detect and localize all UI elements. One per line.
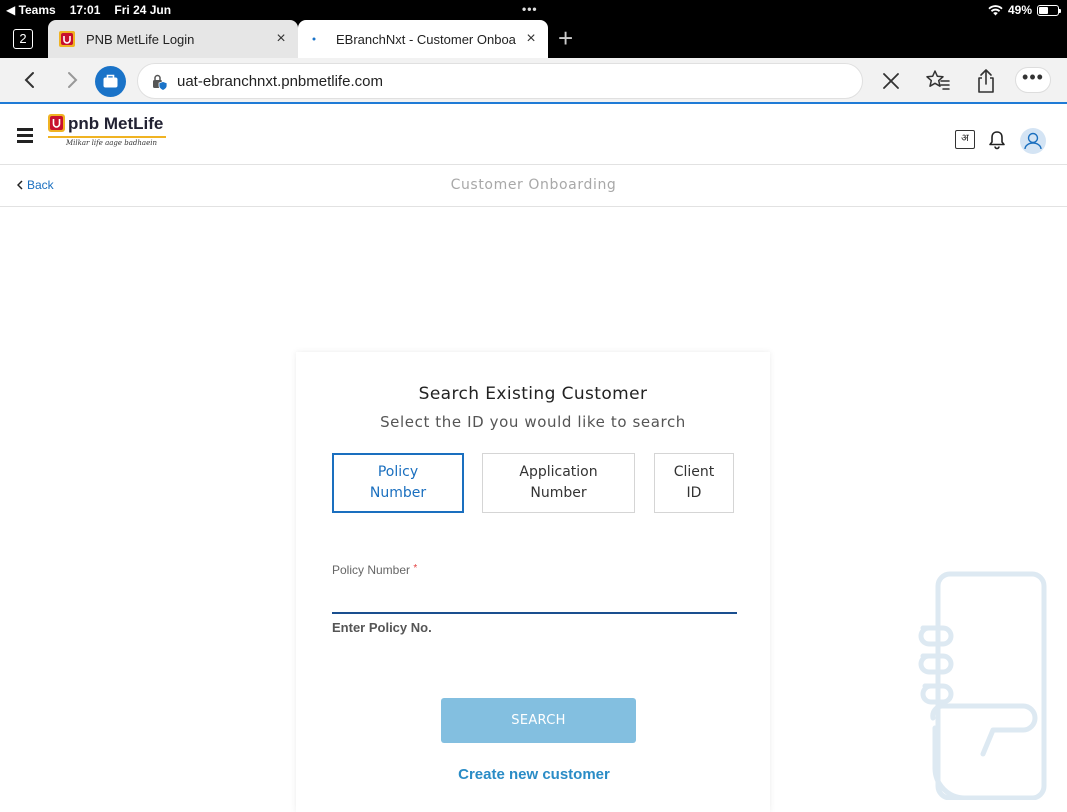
lock-shield-icon[interactable] <box>151 73 167 91</box>
notification-bell-icon[interactable] <box>988 130 1006 150</box>
wifi-icon <box>988 4 1003 15</box>
back-to-app-link[interactable]: ◀ Teams <box>6 3 56 17</box>
status-bar: ◀ Teams 17:01 Fri 24 Jun ••• 49% <box>0 0 1067 20</box>
pnb-favicon-icon <box>59 31 75 47</box>
more-options-button[interactable]: ••• <box>1015 67 1051 93</box>
back-chevron-icon[interactable] <box>16 66 44 94</box>
tab-pnb-login[interactable]: PNB MetLife Login × <box>48 20 298 58</box>
new-tab-plus-icon[interactable]: + <box>558 25 573 51</box>
card-title: Search Existing Customer <box>418 384 648 404</box>
url-text[interactable]: uat-ebranchnxt.pnbmetlife.com <box>177 73 383 90</box>
close-tab-icon[interactable]: × <box>274 30 288 48</box>
id-option-client-id[interactable]: Client ID <box>654 453 734 513</box>
tab-title: EBranchNxt - Customer Onboa <box>336 31 516 47</box>
sub-header: Back Customer Onboarding <box>0 165 1067 207</box>
share-icon[interactable] <box>972 67 1000 95</box>
hamburger-menu-icon[interactable] <box>17 128 33 143</box>
work-profile-briefcase-icon[interactable] <box>95 66 126 97</box>
search-button[interactable]: SEARCH <box>441 698 636 743</box>
search-existing-customer-card: Search Existing Customer Select the ID y… <box>296 352 770 812</box>
browser-toolbar: uat-ebranchnxt.pnbmetlife.com ••• <box>0 58 1067 104</box>
tab-title: PNB MetLife Login <box>86 31 195 47</box>
tab-ebranchnxt[interactable]: EBranchNxt - Customer Onboa × <box>298 20 548 58</box>
brand-name: pnb MetLife <box>68 114 164 133</box>
battery-percent: 49% <box>1007 3 1032 17</box>
status-date: Fri 24 Jun <box>114 3 172 17</box>
favorites-star-icon[interactable] <box>924 67 952 95</box>
card-subtitle: Select the ID you would like to search <box>380 413 686 431</box>
address-bar[interactable]: uat-ebranchnxt.pnbmetlife.com <box>137 63 863 99</box>
language-toggle-icon[interactable]: अ <box>955 130 975 149</box>
pnb-emblem-icon <box>48 114 65 132</box>
create-new-customer-link[interactable]: Create new customer <box>296 766 772 783</box>
app-header: pnb MetLife Milkar life aage badhaein अ <box>0 104 1067 165</box>
policy-number-hint: Enter Policy No. <box>332 620 432 635</box>
page-title: Customer Onboarding <box>450 177 617 193</box>
close-tab-icon[interactable]: × <box>524 30 538 48</box>
tab-count-button[interactable]: 2 <box>13 29 33 49</box>
id-option-policy-number[interactable]: Policy Number <box>332 453 464 513</box>
policy-number-label: Policy Number * <box>332 563 418 577</box>
required-asterisk: * <box>413 563 418 574</box>
hand-holding-phone-illustration <box>918 571 1047 800</box>
id-option-application-number[interactable]: Application Number <box>482 453 635 513</box>
policy-number-input[interactable] <box>332 582 737 614</box>
close-icon[interactable] <box>877 67 905 95</box>
battery-icon <box>1037 4 1061 16</box>
user-avatar-icon[interactable] <box>1020 128 1046 154</box>
brand-tagline: Milkar life aage badhaein <box>66 139 157 147</box>
brand-underline <box>48 136 166 138</box>
browser-tab-bar: 2 PNB MetLife Login × EBranchNxt - Custo… <box>0 20 1067 58</box>
loading-favicon-icon <box>312 37 316 41</box>
multitasking-dots-icon[interactable]: ••• <box>522 2 538 16</box>
status-time: 17:01 <box>69 3 101 17</box>
forward-chevron-icon[interactable] <box>58 66 86 94</box>
